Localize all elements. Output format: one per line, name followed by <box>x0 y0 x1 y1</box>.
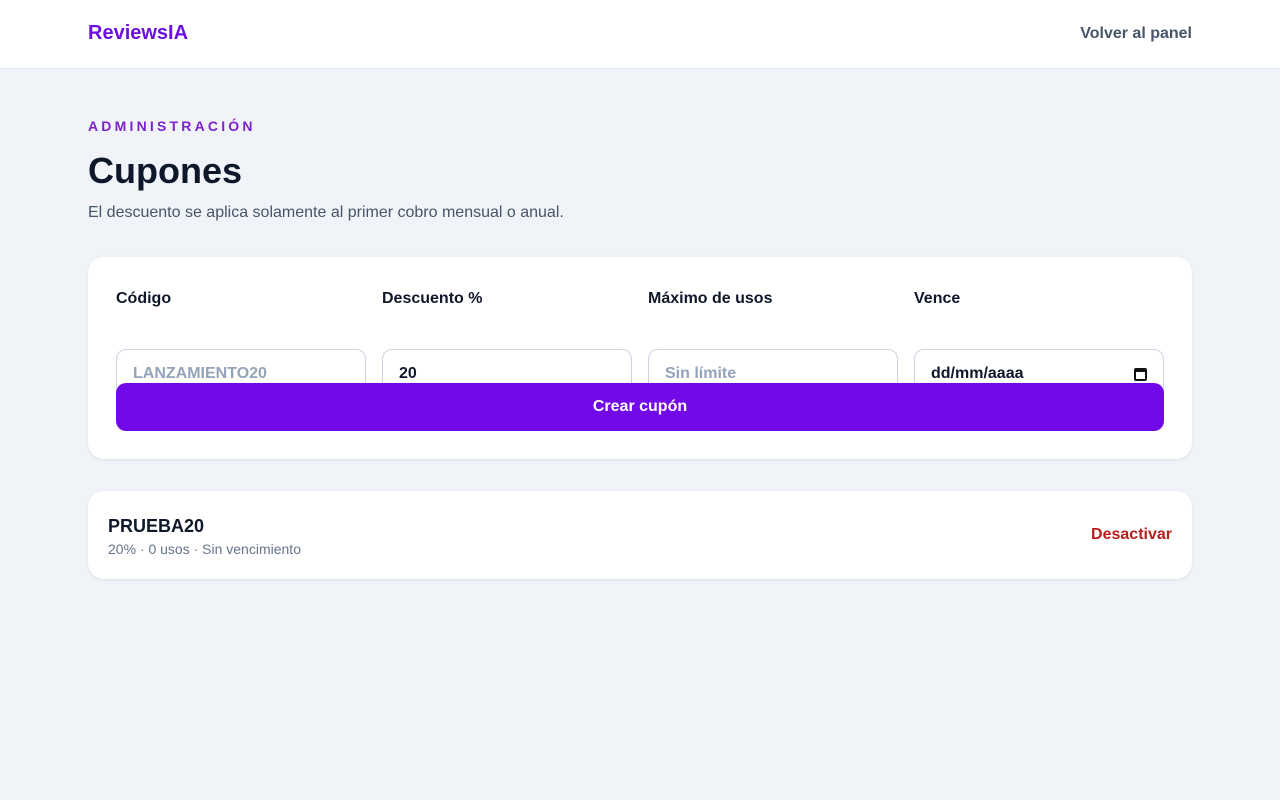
discount-label: Descuento % <box>382 290 483 307</box>
expires-date-value: dd/mm/aaaa <box>931 365 1024 382</box>
max-uses-label: Máximo de usos <box>648 290 773 307</box>
create-coupon-form: Código LANZAMIENTO20 Descuento % 20 Máxi… <box>88 257 1192 459</box>
page-title: Cupones <box>88 150 243 191</box>
create-coupon-button[interactable]: Crear cupón <box>116 383 1164 431</box>
code-field-group: Código LANZAMIENTO20 <box>116 289 366 399</box>
deactivate-coupon-button[interactable]: Desactivar <box>1091 526 1172 544</box>
max-uses-field-group: Máximo de usos Sin límite <box>648 289 898 399</box>
coupon-list-item: PRUEBA20 20% · 0 usos · Sin vencimiento … <box>88 491 1192 579</box>
coupon-details: 20% · 0 usos · Sin vencimiento <box>108 541 301 557</box>
back-to-panel-link[interactable]: Volver al panel <box>1080 25 1192 43</box>
code-label: Código <box>116 290 172 307</box>
discount-field-group: Descuento % 20 <box>382 289 632 399</box>
coupon-code: PRUEBA20 <box>108 516 205 536</box>
calendar-icon[interactable] <box>1134 367 1147 381</box>
page-subtitle: El descuento se aplica solamente al prim… <box>88 204 564 221</box>
top-navbar: ReviewsIA Volver al panel <box>0 0 1280 69</box>
section-eyebrow: ADMINISTRACIÓN <box>88 118 256 134</box>
expires-field-group: Vence dd/mm/aaaa <box>914 289 1164 399</box>
expires-label: Vence <box>914 290 961 307</box>
brand-logo[interactable]: ReviewsIA <box>88 22 188 45</box>
